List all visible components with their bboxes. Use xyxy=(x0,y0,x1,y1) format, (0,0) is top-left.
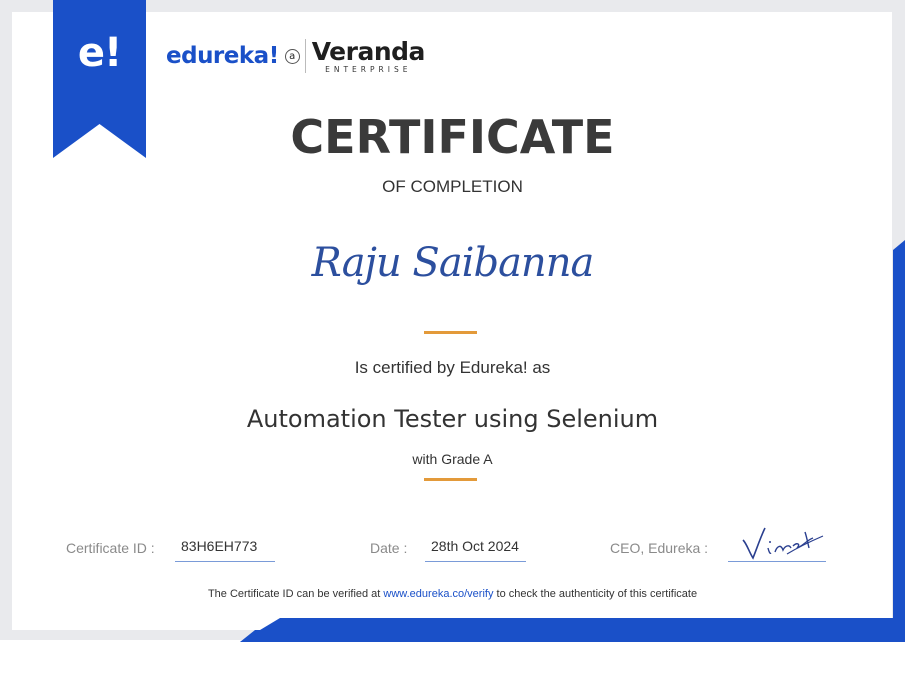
recipient-name: Raju Saibanna xyxy=(311,240,595,286)
certificate-id-label: Certificate ID : xyxy=(66,540,155,556)
certificate-id-underline xyxy=(175,561,275,562)
certificate-id-value: 83H6EH773 xyxy=(181,538,258,554)
ceo-signature-underline xyxy=(728,561,826,562)
date-label: Date : xyxy=(370,540,408,556)
veranda-subtitle: ENTERPRISE xyxy=(325,64,412,74)
edureka-logo-mark: e! xyxy=(77,30,122,76)
veranda-wordmark: Veranda xyxy=(311,36,426,66)
certificate-title: CERTIFICATE xyxy=(290,110,615,164)
certified-by-text: Is certified by Edureka! as xyxy=(354,358,551,377)
divider-rule-bottom xyxy=(424,478,477,481)
date-value: 28th Oct 2024 xyxy=(431,538,519,554)
verify-suffix: to check the authenticity of this certif… xyxy=(493,588,698,600)
veranda-logo: Veranda ENTERPRISE xyxy=(311,36,426,74)
verify-link[interactable]: www.edureka.co/verify xyxy=(383,588,493,600)
certificate-subtitle: OF COMPLETION xyxy=(382,177,523,196)
brand-header: edureka! a Veranda ENTERPRISE xyxy=(166,36,425,76)
edureka-wordmark: edureka! xyxy=(166,43,279,69)
a-circle-mark: a xyxy=(284,48,300,64)
divider-rule-top xyxy=(424,331,477,334)
grade-text: with Grade A xyxy=(412,451,493,467)
brand-divider xyxy=(304,39,306,73)
date-underline xyxy=(425,561,526,562)
course-name: Automation Tester using Selenium xyxy=(246,405,659,433)
verify-prefix: The Certificate ID can be verified at xyxy=(207,588,384,600)
verification-note: The Certificate ID can be verified at ww… xyxy=(0,588,905,600)
ceo-label: CEO, Edureka : xyxy=(610,540,709,556)
